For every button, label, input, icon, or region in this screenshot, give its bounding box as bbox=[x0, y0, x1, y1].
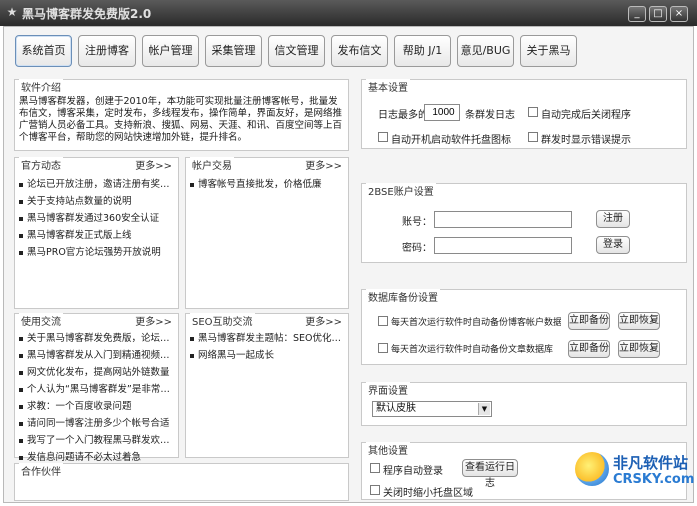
platform-account-panel: 2BSE账户设置 账号： 注册 密码： 登录 bbox=[361, 183, 687, 263]
nav-register-blog-button[interactable]: 注册博客 bbox=[78, 35, 136, 67]
close-to-tray-checkbox[interactable] bbox=[370, 485, 380, 495]
seo-exchange-panel: SEO互助交流 更多>> 黑马博客群发主题帖：SEO优化技巧分享 网络黑马一起成… bbox=[185, 313, 349, 458]
auto-close-label: 自动完成后关闭程序 bbox=[541, 110, 631, 121]
chevron-down-icon: ▼ bbox=[478, 403, 490, 415]
nav-article-manage-button[interactable]: 信文管理 bbox=[268, 35, 325, 67]
window-title: 黑马博客群发免费版2.0 bbox=[22, 7, 152, 21]
error-prompt-checkbox[interactable] bbox=[528, 132, 538, 142]
basic-settings-panel: 基本设置 日志最多的 条群发日志 自动完成后关闭程序 自动开机启动软件托盘图标 … bbox=[361, 79, 687, 149]
list-item[interactable]: 我写了一个入门教程黑马群发欢迎交流 bbox=[19, 432, 174, 449]
skin-selected-value: 默认皮肤 bbox=[376, 403, 416, 414]
list-item[interactable]: 论坛已开放注册，邀请注册有奖，详情请看论坛 bbox=[19, 176, 174, 193]
list-item[interactable]: 黑马博客群发正式版上线 bbox=[19, 227, 174, 244]
log-prefix-label: 日志最多的 bbox=[378, 110, 428, 121]
seo-exchange-title: SEO互助交流 bbox=[190, 313, 255, 328]
log-count-input[interactable] bbox=[424, 104, 460, 121]
list-item[interactable]: 关于支持站点数量的说明 bbox=[19, 193, 174, 210]
close-to-tray-label: 关闭时缩小托盘区域 bbox=[383, 488, 473, 499]
list-item[interactable]: 黑马博客群发通过360安全认证 bbox=[19, 210, 174, 227]
seo-more-link[interactable]: 更多>> bbox=[305, 313, 342, 328]
nav-account-manage-button[interactable]: 帐户管理 bbox=[142, 35, 199, 67]
list-item[interactable]: 关于黑马博客群发免费版，论坛交流 bbox=[19, 330, 174, 347]
basic-settings-title: 基本设置 bbox=[366, 79, 410, 94]
close-button[interactable]: × bbox=[670, 6, 688, 22]
intro-panel: 软件介绍 黑马博客群发器，创建于2010年，本功能可实现批量注册博客帐号，批量发… bbox=[14, 79, 349, 151]
nav-home-button[interactable]: 系统首页 bbox=[15, 35, 72, 67]
list-item[interactable]: 黑马PRO官方论坛强势开放说明 bbox=[19, 244, 174, 261]
backup-accounts-label: 每天首次运行软件时自动备份博客帐户数据库 bbox=[391, 318, 561, 328]
username-input[interactable] bbox=[434, 211, 572, 228]
minimize-button[interactable]: _ bbox=[628, 6, 646, 22]
auto-login-label: 程序自动登录 bbox=[383, 466, 443, 477]
list-item[interactable]: 网文优化发布，提高网站外链数量 bbox=[19, 364, 174, 381]
backup-settings-panel: 数据库备份设置 每天首次运行软件时自动备份博客帐户数据库 立即备份 立即恢复 每… bbox=[361, 289, 687, 365]
nav-help-button[interactable]: 帮助 J/1 bbox=[394, 35, 451, 67]
ui-settings-panel: 界面设置 默认皮肤 ▼ bbox=[361, 382, 687, 426]
backup-accounts-now-button[interactable]: 立即备份 bbox=[568, 312, 610, 330]
official-news-title: 官方动态 bbox=[19, 157, 63, 172]
star-icon: ★ bbox=[6, 5, 18, 19]
log-suffix-label: 条群发日志 bbox=[465, 110, 515, 121]
error-prompt-label: 群发时显示错误提示 bbox=[541, 135, 631, 146]
password-input[interactable] bbox=[434, 237, 572, 254]
skin-select[interactable]: 默认皮肤 ▼ bbox=[372, 401, 492, 417]
list-item[interactable]: 请问同一博客注册多少个帐号合适 bbox=[19, 415, 174, 432]
platform-account-title: 2BSE账户设置 bbox=[366, 183, 436, 198]
maximize-button[interactable]: □ bbox=[649, 6, 667, 22]
backup-settings-title: 数据库备份设置 bbox=[366, 289, 440, 304]
nav-about-button[interactable]: 关于黑马 bbox=[520, 35, 577, 67]
backup-accounts-checkbox[interactable] bbox=[378, 316, 388, 326]
intro-text: 黑马博客群发器，创建于2010年，本功能可实现批量注册博客帐号，批量发布信文，博… bbox=[19, 96, 343, 143]
usage-more-link[interactable]: 更多>> bbox=[135, 313, 172, 328]
partners-panel: 合作伙伴 bbox=[14, 463, 349, 501]
watermark-logo-icon bbox=[575, 452, 609, 486]
restore-accounts-now-button[interactable]: 立即恢复 bbox=[618, 312, 660, 330]
partners-title: 合作伙伴 bbox=[19, 463, 63, 478]
list-item[interactable]: 网络黑马一起成长 bbox=[190, 347, 344, 364]
account-trade-title: 帐户交易 bbox=[190, 157, 234, 172]
list-item[interactable]: 个人认为“黑马博客群发”是非常好用的工具 bbox=[19, 381, 174, 398]
intro-title: 软件介绍 bbox=[19, 79, 63, 94]
password-label: 密码： bbox=[402, 243, 432, 254]
watermark-name: 非凡软件站 bbox=[613, 454, 689, 472]
nav-feedback-button[interactable]: 意见/BUG bbox=[457, 35, 514, 67]
other-settings-title: 其他设置 bbox=[366, 442, 410, 457]
auto-close-checkbox[interactable] bbox=[528, 107, 538, 117]
list-item[interactable]: 求教：一个百度收录问题 bbox=[19, 398, 174, 415]
account-trade-panel: 帐户交易 更多>> 博客帐号直接批发，价格低廉 bbox=[185, 157, 349, 309]
site-watermark: 非凡软件站 CRSKY.com bbox=[573, 448, 695, 493]
autostart-label: 自动开机启动软件托盘图标 bbox=[391, 135, 511, 146]
usage-exchange-title: 使用交流 bbox=[19, 313, 63, 328]
official-news-panel: 官方动态 更多>> 论坛已开放注册，邀请注册有奖，详情请看论坛 关于支持站点数量… bbox=[14, 157, 179, 309]
title-bar: ★ 黑马博客群发免费版2.0 _ □ × bbox=[0, 0, 697, 26]
watermark-domain: CRSKY.com bbox=[613, 472, 695, 487]
restore-articles-now-button[interactable]: 立即恢复 bbox=[618, 340, 660, 358]
backup-articles-checkbox[interactable] bbox=[378, 343, 388, 353]
usage-exchange-panel: 使用交流 更多>> 关于黑马博客群发免费版，论坛交流 黑马博客群发从入门到精通视… bbox=[14, 313, 179, 463]
account-trade-more-link[interactable]: 更多>> bbox=[305, 157, 342, 172]
list-item[interactable]: 黑马博客群发从入门到精通视频教程 bbox=[19, 347, 174, 364]
backup-articles-now-button[interactable]: 立即备份 bbox=[568, 340, 610, 358]
view-log-button[interactable]: 查看运行日志 bbox=[462, 459, 518, 489]
username-label: 账号： bbox=[402, 217, 432, 228]
auto-login-checkbox[interactable] bbox=[370, 463, 380, 473]
register-button[interactable]: 注册 bbox=[596, 210, 630, 228]
login-button[interactable]: 登录 bbox=[596, 236, 630, 254]
official-more-link[interactable]: 更多>> bbox=[135, 157, 172, 172]
ui-settings-title: 界面设置 bbox=[366, 382, 410, 397]
autostart-checkbox[interactable] bbox=[378, 132, 388, 142]
list-item[interactable]: 博客帐号直接批发，价格低廉 bbox=[190, 176, 344, 193]
backup-articles-label: 每天首次运行软件时自动备份文章数据库 bbox=[391, 345, 554, 355]
nav-collect-manage-button[interactable]: 采集管理 bbox=[205, 35, 262, 67]
nav-publish-article-button[interactable]: 发布信文 bbox=[331, 35, 388, 67]
main-client-area: 系统首页 注册博客 帐户管理 采集管理 信文管理 发布信文 帮助 J/1 意见/… bbox=[3, 26, 694, 503]
list-item[interactable]: 黑马博客群发主题帖：SEO优化技巧分享 bbox=[190, 330, 344, 347]
